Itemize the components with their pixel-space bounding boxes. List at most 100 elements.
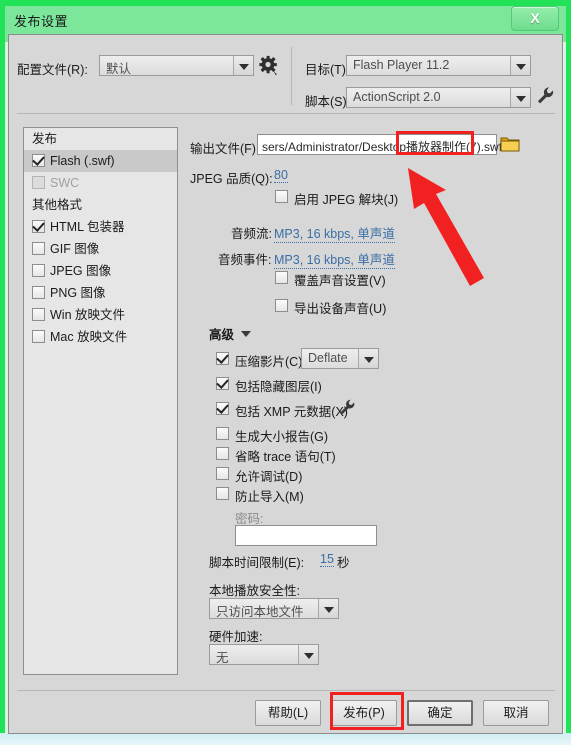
folder-icon[interactable] xyxy=(500,134,520,154)
help-button[interactable]: 帮助(L) xyxy=(255,700,321,726)
enable-jpeg-deblock-checkbox[interactable] xyxy=(275,190,288,203)
wrench-icon[interactable] xyxy=(339,398,356,416)
top-horizontal-divider xyxy=(17,113,555,114)
publish-settings-dialog: 配置文件(R): 默认 目标(T): Flash Player 11.2 脚本(… xyxy=(8,34,563,734)
enable-jpeg-deblock-label: 启用 JPEG 解块(J) xyxy=(294,193,399,207)
format-item-label: PNG 图像 xyxy=(50,286,106,300)
format-group-publish: 发布 xyxy=(32,132,58,146)
format-item-label: JPEG 图像 xyxy=(50,264,112,278)
footer-divider xyxy=(17,690,555,691)
publish-button[interactable]: 发布(P) xyxy=(331,700,397,726)
advanced-section-label[interactable]: 高级 xyxy=(209,324,234,343)
format-item-win-projector-checkbox[interactable] xyxy=(32,308,45,321)
format-group-other: 其他格式 xyxy=(32,198,83,212)
format-item-gif[interactable]: GIF 图像 xyxy=(24,238,177,260)
hardware-acceleration-value: 无 xyxy=(216,651,229,665)
format-item-label: Flash (.swf) xyxy=(50,154,115,168)
compress-movie-select[interactable]: Deflate xyxy=(301,348,379,369)
override-sound-settings-checkbox[interactable] xyxy=(275,271,288,284)
include-xmp-metadata-label: 包括 XMP 元数据(X) xyxy=(235,405,348,419)
format-item-win-projector[interactable]: Win 放映文件 xyxy=(24,304,177,326)
format-item-label: SWC xyxy=(50,176,80,190)
script-select-value: ActionScript 2.0 xyxy=(353,90,441,104)
format-list[interactable]: 发布 Flash (.swf) SWC 其他格式 HTML 包装器 GIF 图像… xyxy=(23,127,178,675)
export-device-sound-label: 导出设备声音(U) xyxy=(294,302,387,316)
format-item-label: Win 放映文件 xyxy=(50,308,126,322)
chevron-down-icon xyxy=(510,88,530,107)
target-select[interactable]: Flash Player 11.2 xyxy=(346,55,531,76)
permit-debugging-checkbox[interactable] xyxy=(216,467,229,480)
format-item-html-wrapper-checkbox[interactable] xyxy=(32,220,45,233)
script-time-limit-unit: 秒 xyxy=(337,556,350,570)
format-item-png-checkbox[interactable] xyxy=(32,286,45,299)
protect-from-import-checkbox[interactable] xyxy=(216,487,229,500)
target-select-value: Flash Player 11.2 xyxy=(353,58,450,72)
format-item-jpeg[interactable]: JPEG 图像 xyxy=(24,260,177,282)
output-path-prefix: sers/Administrator/Desktop xyxy=(262,140,407,154)
format-item-flash-swf[interactable]: Flash (.swf) xyxy=(24,150,177,172)
ok-button[interactable]: 确定 xyxy=(407,700,473,726)
omit-trace-actions-checkbox[interactable] xyxy=(216,447,229,460)
format-item-jpeg-checkbox[interactable] xyxy=(32,264,45,277)
cancel-button[interactable]: 取消 xyxy=(483,700,549,726)
audio-event-label: 音频事件: xyxy=(218,253,272,267)
format-item-mac-projector-checkbox[interactable] xyxy=(32,330,45,343)
target-label: 目标(T): xyxy=(305,63,350,77)
close-button[interactable]: X xyxy=(511,6,559,31)
generate-size-report-label: 生成大小报告(G) xyxy=(235,430,329,444)
close-icon: X xyxy=(530,10,540,26)
screenshot-root: 发布设置 X 配置文件(R): 默认 目标(T): Flash Player 1… xyxy=(0,0,571,745)
output-file-label: 输出文件(F): xyxy=(190,142,260,156)
format-item-swc[interactable]: SWC xyxy=(24,172,177,194)
format-item-flash-swf-checkbox[interactable] xyxy=(32,154,45,167)
override-sound-settings-label: 覆盖声音设置(V) xyxy=(294,274,386,288)
audio-event-value[interactable]: MP3, 16 kbps, 单声道 xyxy=(274,249,395,269)
compress-movie-checkbox[interactable] xyxy=(216,352,229,365)
include-xmp-metadata-checkbox[interactable] xyxy=(216,402,229,415)
format-item-mac-projector[interactable]: Mac 放映文件 xyxy=(24,326,177,348)
audio-stream-value[interactable]: MP3, 16 kbps, 单声道 xyxy=(274,223,395,243)
local-playback-security-value: 只访问本地文件 xyxy=(216,605,304,619)
output-file-input[interactable]: sers/Administrator/Desktop播放器制作(7).swf xyxy=(257,134,502,155)
output-path-suffix: .swf xyxy=(480,140,503,154)
chevron-down-icon xyxy=(318,599,338,618)
wrench-icon[interactable] xyxy=(536,85,555,106)
omit-trace-actions-label: 省略 trace 语句(T) xyxy=(235,450,336,464)
hardware-acceleration-label: 硬件加速: xyxy=(209,630,263,644)
jpeg-quality-label: JPEG 品质(Q): xyxy=(190,172,273,186)
window-frame-bottom-edge xyxy=(0,733,571,745)
chevron-down-icon xyxy=(510,56,530,75)
top-vertical-divider xyxy=(291,47,292,105)
window-frame-right-edge xyxy=(566,0,571,745)
format-item-swc-checkbox[interactable] xyxy=(32,176,45,189)
profile-select[interactable]: 默认 xyxy=(99,55,254,76)
chevron-down-icon[interactable] xyxy=(241,331,251,337)
audio-stream-label: 音频流: xyxy=(231,227,272,241)
generate-size-report-checkbox[interactable] xyxy=(216,427,229,440)
script-time-limit-value[interactable]: 15 xyxy=(320,552,334,567)
compress-movie-select-value: Deflate xyxy=(308,351,348,365)
chevron-down-icon xyxy=(298,645,318,664)
include-hidden-layers-checkbox[interactable] xyxy=(216,377,229,390)
jpeg-quality-value[interactable]: 80 xyxy=(274,168,288,183)
profile-label: 配置文件(R): xyxy=(17,63,88,77)
hardware-acceleration-select[interactable]: 无 xyxy=(209,644,319,665)
script-label: 脚本(S): xyxy=(305,95,351,109)
protect-from-import-label: 防止导入(M) xyxy=(235,490,304,504)
format-item-label: HTML 包装器 xyxy=(50,220,125,234)
output-file-value: sers/Administrator/Desktop播放器制作(7).swf xyxy=(262,138,502,155)
script-select[interactable]: ActionScript 2.0 xyxy=(346,87,531,108)
format-item-gif-checkbox[interactable] xyxy=(32,242,45,255)
export-device-sound-checkbox[interactable] xyxy=(275,299,288,312)
format-item-png[interactable]: PNG 图像 xyxy=(24,282,177,304)
chevron-down-icon xyxy=(233,56,253,75)
chevron-down-icon xyxy=(358,349,378,368)
window-title: 发布设置 xyxy=(14,14,69,29)
include-hidden-layers-label: 包括隐藏图层(I) xyxy=(235,380,322,394)
gear-icon[interactable] xyxy=(259,55,279,76)
format-item-html-wrapper[interactable]: HTML 包装器 xyxy=(24,216,177,238)
password-input[interactable] xyxy=(235,525,377,546)
local-playback-security-select[interactable]: 只访问本地文件 xyxy=(209,598,339,619)
format-item-label: Mac 放映文件 xyxy=(50,330,128,344)
permit-debugging-label: 允许调试(D) xyxy=(235,470,303,484)
